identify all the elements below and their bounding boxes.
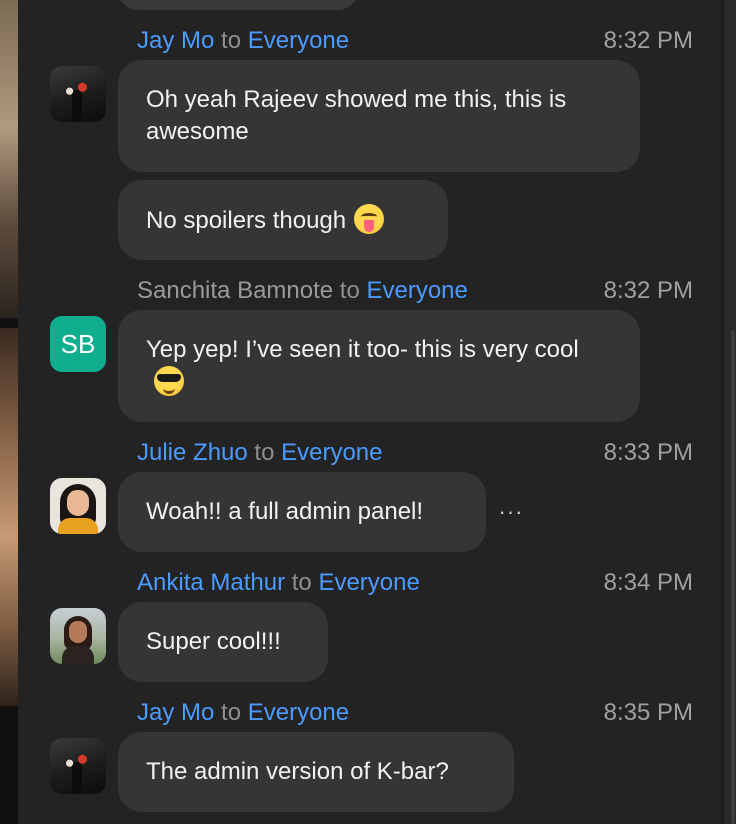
avatar-shirt — [58, 518, 98, 534]
message-header: Ankita Mathur to Everyone 8:34 PM — [137, 568, 693, 598]
recipient-name[interactable]: Everyone — [248, 27, 349, 54]
avatar-body — [62, 646, 94, 664]
sunglasses-emoji-icon — [154, 366, 184, 396]
video-strip — [0, 0, 18, 824]
sender-name[interactable]: Ankita Mathur — [137, 569, 285, 596]
zoom-chat-window: Jay Mo to Everyone 8:32 PM Oh yeah Rajee… — [0, 0, 736, 824]
recipient-name[interactable]: Everyone — [366, 277, 467, 304]
message-text: Super cool!!! — [146, 628, 281, 655]
message-header: Sanchita Bamnote to Everyone 8:32 PM — [137, 276, 693, 306]
sender-name[interactable]: Jay Mo — [137, 699, 214, 726]
message-header: Julie Zhuo to Everyone 8:33 PM — [137, 438, 693, 468]
message-bubble[interactable] — [118, 0, 358, 10]
avatar[interactable] — [50, 478, 106, 534]
message-text: The admin version of K-bar? — [146, 758, 449, 785]
avatar-initials: SB — [60, 329, 96, 359]
message-bubble[interactable]: Yep yep! I’ve seen it too- this is very … — [118, 310, 640, 422]
sender-name[interactable]: Sanchita Bamnote — [137, 277, 333, 304]
scrollbar-thumb[interactable] — [731, 330, 735, 824]
video-tile[interactable] — [0, 0, 18, 318]
message-time: 8:32 PM — [603, 27, 693, 54]
message-text: Woah!! a full admin panel! — [146, 498, 424, 525]
avatar-figure — [72, 762, 82, 794]
message-bubble[interactable]: Oh yeah Rajeev showed me this, this is a… — [118, 60, 640, 172]
to-label: to — [291, 569, 312, 596]
message-time: 8:33 PM — [603, 439, 693, 466]
avatar[interactable]: SB — [50, 316, 106, 372]
message-text: Yep yep! I’ve seen it too- this is very … — [146, 336, 579, 363]
avatar[interactable] — [50, 738, 106, 794]
sender-name[interactable]: Julie Zhuo — [137, 439, 248, 466]
message-bubble[interactable]: Super cool!!! — [118, 602, 328, 682]
message-time: 8:34 PM — [603, 569, 693, 596]
recipient-name[interactable]: Everyone — [318, 569, 419, 596]
avatar-face — [69, 621, 87, 643]
recipient-name[interactable]: Everyone — [281, 439, 382, 466]
more-options-icon[interactable]: ··· — [496, 501, 526, 523]
message-text: Oh yeah Rajeev showed me this, this is a… — [146, 86, 567, 145]
avatar-figure — [72, 90, 82, 122]
message-header: Jay Mo to Everyone 8:35 PM — [137, 698, 693, 728]
message-bubble[interactable]: The admin version of K-bar? — [118, 732, 514, 812]
message-time: 8:35 PM — [603, 699, 693, 726]
message-bubble[interactable]: No spoilers though — [118, 180, 448, 260]
to-label: to — [254, 439, 275, 466]
recipient-name[interactable]: Everyone — [248, 699, 349, 726]
message-header: Jay Mo to Everyone 8:32 PM — [137, 26, 693, 56]
to-label: to — [221, 27, 242, 54]
avatar[interactable] — [50, 608, 106, 664]
sender-name[interactable]: Jay Mo — [137, 27, 214, 54]
to-label: to — [339, 277, 360, 304]
message-bubble[interactable]: Woah!! a full admin panel! — [118, 472, 486, 552]
avatar[interactable] — [50, 66, 106, 122]
message-time: 8:32 PM — [603, 277, 693, 304]
to-label: to — [221, 699, 242, 726]
tongue-out-emoji-icon — [354, 204, 385, 234]
video-tile[interactable] — [0, 328, 18, 706]
message-text: No spoilers though — [146, 207, 347, 234]
avatar-face — [67, 490, 89, 516]
